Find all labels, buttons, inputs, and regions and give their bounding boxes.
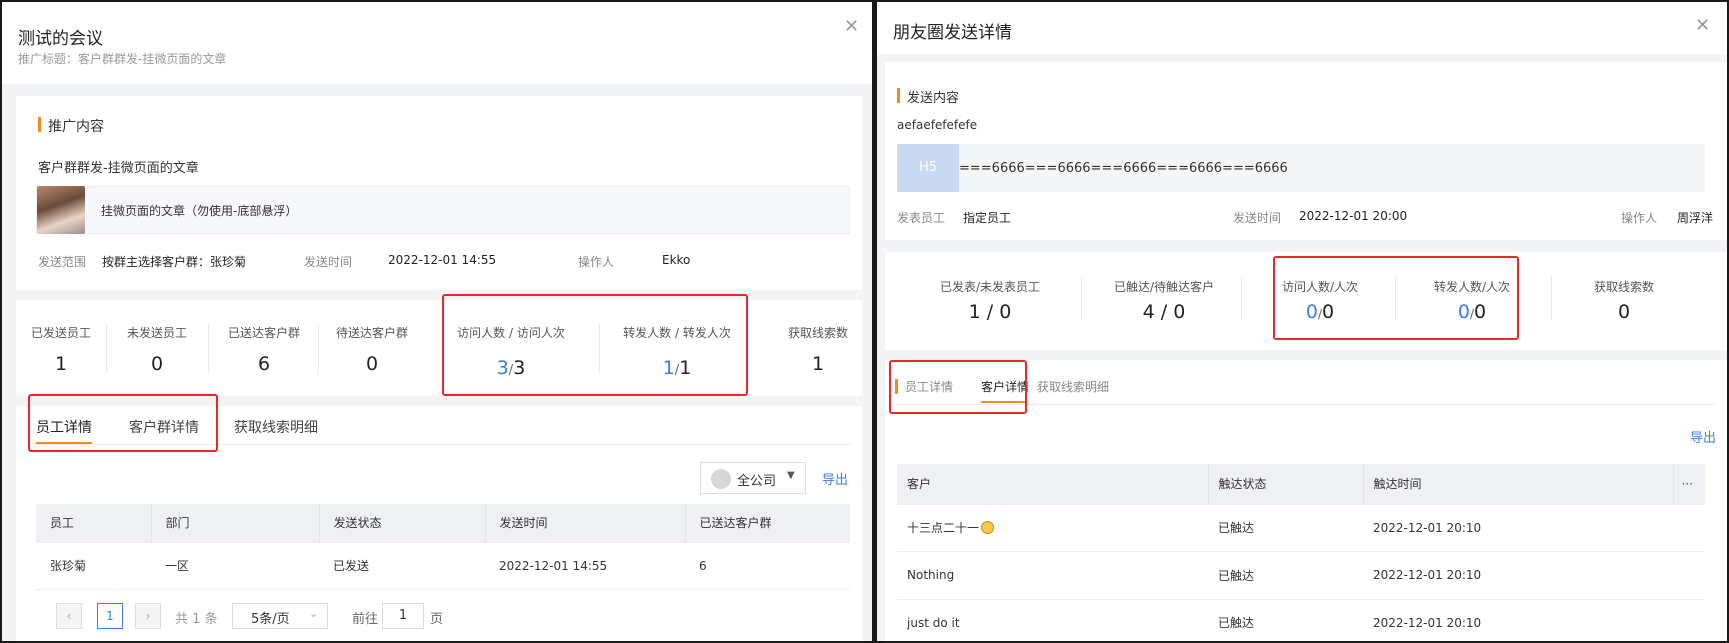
- highlight-box: [889, 360, 1027, 414]
- stat-pending-groups: 待送达客户群 0: [335, 326, 408, 375]
- h5-icon: H5: [897, 144, 959, 192]
- stat-reached-customers: 已触达/待触达客户 4 / 0: [1113, 280, 1215, 323]
- highlight-box: [28, 394, 218, 452]
- export-link[interactable]: 导出: [1690, 427, 1716, 446]
- goto-label: 前往: [352, 612, 379, 627]
- table-cell: 张珍菊: [36, 542, 151, 590]
- tab-leads-detail[interactable]: 获取线索明细: [234, 417, 318, 437]
- column-header: 发送状态: [319, 504, 486, 543]
- time-value: 2022-12-01 20:00: [1299, 209, 1408, 223]
- staff-value: 指定员工: [963, 211, 1012, 225]
- send-content-card: 发送内容 aefaefefefefe H5 ===6666===6666===6…: [885, 62, 1727, 240]
- stat-unsent-staff: 未发送员工 0: [126, 326, 187, 375]
- divider: [318, 324, 319, 374]
- scope-filter-value: 全公司: [737, 474, 777, 489]
- stat-delivered-groups: 已送达客户群 6: [227, 326, 300, 375]
- stat-leads: 获取线索数 0: [1593, 280, 1654, 323]
- left-dialog: 测试的会议 推广标题：客户群群发-挂微页面的文章 ✕ 推广内容 客户群群发-挂微…: [2, 2, 872, 641]
- table-cell: just do it: [897, 599, 1208, 641]
- divider: [1551, 276, 1552, 320]
- article-card[interactable]: 挂微页面的文章（勿使用-底部悬浮）: [36, 186, 850, 234]
- table-cell: 已触达: [1208, 551, 1363, 600]
- close-icon[interactable]: ✕: [1695, 17, 1710, 35]
- time-label: 发送时间: [1233, 211, 1282, 225]
- promo-card: 推广内容 客户群群发-挂微页面的文章 挂微页面的文章（勿使用-底部悬浮） 发送范…: [16, 96, 862, 290]
- staff-label: 发表员工: [897, 211, 946, 225]
- table-header: 员工 部门 发送状态 发送时间 已送达客户群: [36, 504, 850, 543]
- customer-table: 客户 触达状态 触达时间 ··· 十三点二十一 已触达 2022-12-01 2…: [897, 464, 1705, 641]
- user-icon: [711, 469, 731, 489]
- table-cell: 2022-12-01 20:10: [1363, 504, 1705, 552]
- operator-label: 操作人: [1621, 211, 1658, 225]
- dialog-subtitle: 推广标题：客户群群发-挂微页面的文章: [18, 52, 227, 66]
- column-header: 客户: [897, 464, 1209, 505]
- smile-emoji-icon: [981, 521, 995, 534]
- range-value: 按群主选择客户群：张珍菊: [102, 255, 247, 269]
- table-cell: 已触达: [1208, 599, 1363, 641]
- page-unit-label: 页: [430, 612, 444, 627]
- staff-table: 员工 部门 发送状态 发送时间 已送达客户群 张珍菊 一区 已发送 2022-1…: [36, 504, 850, 590]
- column-header: 触达时间: [1363, 464, 1674, 505]
- table-row: just do it 已触达 2022-12-01 20:10: [897, 599, 1705, 641]
- section-title: 发送内容: [897, 87, 959, 106]
- dialog-title: 朋友圈发送详情: [893, 23, 1012, 43]
- left-header: 测试的会议 推广标题：客户群群发-挂微页面的文章 ✕: [2, 2, 872, 84]
- h5-title: ===6666===6666===6666===6666===6666: [959, 161, 1288, 176]
- page-size-select[interactable]: 5条/页 ⌄: [232, 603, 328, 629]
- column-header: 触达状态: [1208, 464, 1364, 505]
- column-header: 发送时间: [485, 504, 686, 543]
- table-header: 客户 触达状态 触达时间 ···: [897, 464, 1705, 505]
- highlight-box: [442, 294, 748, 396]
- divider: [1241, 276, 1242, 320]
- table-row: 十三点二十一 已触达 2022-12-01 20:10: [897, 504, 1705, 552]
- time-value: 2022-12-01 14:55: [388, 253, 497, 267]
- operator-label: 操作人: [578, 255, 615, 269]
- table-cell: 一区: [151, 542, 319, 590]
- send-text: aefaefefefefe: [897, 118, 978, 132]
- stat-leads: 获取线索数 1: [787, 326, 848, 375]
- dialog-title: 测试的会议: [18, 29, 103, 49]
- column-header: 已送达客户群: [685, 504, 850, 543]
- article-thumbnail: [37, 186, 85, 234]
- operator-value: 周浮洋: [1677, 211, 1714, 225]
- scope-filter[interactable]: 全公司 ▼: [700, 462, 806, 494]
- table-cell: 2022-12-01 20:10: [1363, 551, 1705, 600]
- highlight-box: [1273, 256, 1519, 340]
- column-header: 部门: [151, 504, 320, 543]
- close-icon[interactable]: ✕: [844, 18, 859, 36]
- tab-leads-detail[interactable]: 获取线索明细: [1037, 378, 1109, 395]
- table-row: 张珍菊 一区 已发送 2022-12-01 14:55 6: [36, 542, 850, 590]
- article-title: 挂微页面的文章（勿使用-底部悬浮）: [101, 204, 298, 218]
- right-header: 朋友圈发送详情 ✕: [877, 2, 1727, 54]
- stat-sent-staff: 已发送员工 1: [30, 326, 91, 375]
- time-label: 发送时间: [304, 255, 353, 269]
- operator-value: Ekko: [662, 253, 691, 267]
- divider: [106, 324, 107, 374]
- range-label: 发送范围: [38, 255, 87, 269]
- table-cell: Nothing: [897, 551, 1208, 600]
- table-cell: 2022-12-01 14:55: [485, 542, 685, 590]
- more-columns-icon[interactable]: ···: [1673, 464, 1705, 505]
- stat-published-staff: 已发表/未发表员工 1 / 0: [939, 280, 1041, 323]
- column-header: 员工: [36, 504, 152, 543]
- goto-page-input[interactable]: 1: [382, 603, 424, 629]
- export-link[interactable]: 导出: [822, 469, 848, 488]
- total-count: 共 1 条: [175, 612, 218, 627]
- table-cell: 已发送: [319, 542, 485, 590]
- delivered-count-link[interactable]: 6: [685, 542, 850, 590]
- prev-page-button[interactable]: ‹: [56, 603, 82, 629]
- caret-down-icon: ▼: [787, 470, 795, 481]
- divider: [208, 324, 209, 374]
- page-number[interactable]: 1: [97, 603, 123, 629]
- chevron-down-icon: ⌄: [309, 607, 319, 620]
- table-cell: 2022-12-01 20:10: [1363, 599, 1705, 641]
- next-page-button[interactable]: ›: [135, 603, 161, 629]
- table-cell: 十三点二十一: [897, 504, 1208, 552]
- promo-name: 客户群群发-挂微页面的文章: [38, 161, 199, 176]
- h5-card[interactable]: H5 ===6666===6666===6666===6666===6666: [897, 144, 1705, 192]
- section-title: 推广内容: [38, 116, 104, 136]
- right-dialog: 朋友圈发送详情 ✕ 发送内容 aefaefefefefe H5 ===6666=…: [877, 2, 1727, 641]
- table-row: Nothing 已触达 2022-12-01 20:10: [897, 551, 1705, 600]
- table-cell: 已触达: [1208, 504, 1363, 552]
